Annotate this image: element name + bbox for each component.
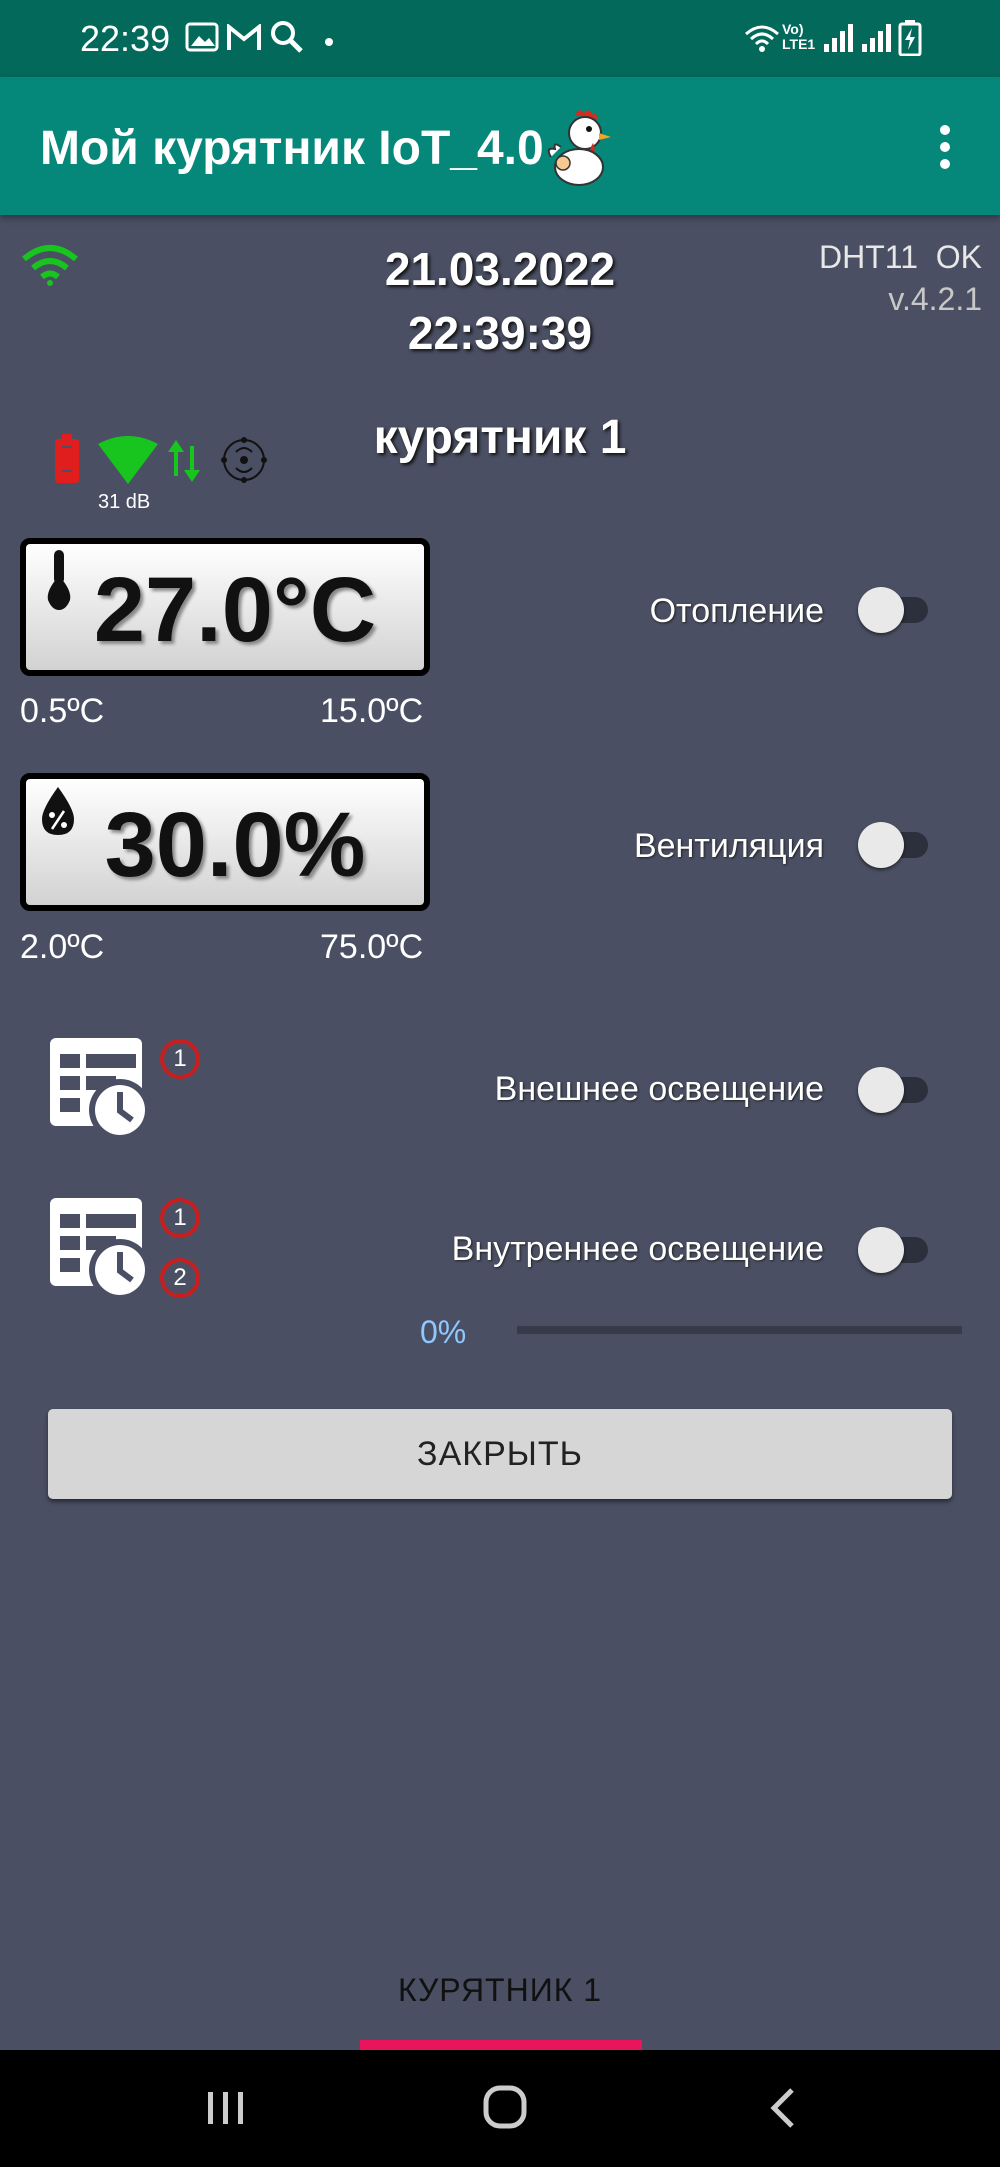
back-icon[interactable] (766, 2086, 800, 2135)
firmware-version: v.4.2.1 (888, 281, 982, 317)
heating-switch[interactable] (858, 587, 932, 633)
outdoor-light-schedule-icon[interactable] (48, 1034, 158, 1144)
signal-bars-icon (822, 22, 856, 59)
sensor-info: DHT11 OK v.4.2.1 (819, 236, 982, 320)
gmail-icon (226, 22, 262, 57)
wifi-connected-icon (20, 243, 80, 292)
humidity-value: 30.0% (104, 794, 366, 896)
gallery-icon (185, 22, 219, 57)
search-icon (270, 20, 304, 59)
home-icon[interactable] (482, 2084, 528, 2135)
heating-label: Отопление (649, 592, 824, 630)
tab-indicator (360, 2040, 642, 2050)
temperature-value: 27.0°C (93, 559, 377, 661)
ventilation-switch[interactable] (858, 822, 932, 868)
signal-bars-icon-2 (860, 22, 894, 59)
data-transfer-icon (166, 436, 202, 491)
dimmer-percent: 0% (420, 1314, 467, 1350)
current-date: 21.03.2022 (384, 243, 616, 295)
tab-room-1[interactable]: КУРЯТНИК 1 (300, 1972, 700, 2009)
dimmer-slider[interactable] (517, 1326, 962, 1334)
battery-low-icon (54, 434, 80, 489)
signal-strength-icon (98, 436, 158, 491)
outdoor-light-switch[interactable] (858, 1067, 932, 1113)
network-hub-icon (216, 432, 272, 493)
signal-strength-label: 31 dB (98, 491, 151, 513)
ventilation-label: Вентиляция (633, 827, 824, 865)
indoor-light-switch[interactable] (858, 1227, 932, 1273)
sensor-name: DHT11 (819, 239, 918, 275)
temperature-display: 27.0°C (20, 538, 430, 676)
outdoor-light-label: Внешнее освещение (494, 1070, 824, 1108)
humidity-min: 2.0ºC (20, 928, 105, 966)
status-time: 22:39 (80, 18, 171, 59)
app-bar: Мой курятник IoT_4.0 (0, 77, 1000, 215)
indoor-schedule-badge-2[interactable]: 2 (160, 1258, 200, 1298)
humidity-display: 30.0% (20, 773, 430, 911)
temperature-max: 15.0ºC (320, 692, 424, 730)
recent-apps-icon[interactable] (204, 2088, 248, 2133)
room-title: курятник 1 (373, 411, 627, 464)
notification-dot-icon (324, 34, 334, 52)
indoor-light-label: Внутреннее освещение (451, 1230, 824, 1268)
outdoor-schedule-badge-1[interactable]: 1 (160, 1039, 200, 1079)
wifi-calling-icon (744, 22, 780, 59)
current-time: 22:39:39 (407, 307, 593, 359)
volte-label: Vo) LTE1 (782, 21, 816, 52)
indoor-schedule-badge-1[interactable]: 1 (160, 1198, 200, 1238)
indoor-light-schedule-icon[interactable] (48, 1194, 158, 1304)
status-bar: 22:39 Vo) LTE1 (0, 0, 1000, 77)
battery-charging-icon (898, 20, 922, 61)
system-nav-bar (0, 2050, 1000, 2167)
temperature-min: 0.5ºC (20, 692, 105, 730)
close-button[interactable]: ЗАКРЫТЬ (48, 1409, 952, 1499)
sensor-status: OK (935, 239, 982, 275)
overflow-menu-button[interactable] (935, 125, 955, 175)
app-title: Мой курятник IoT_4.0 (40, 122, 544, 175)
humidity-max: 75.0ºC (320, 928, 424, 966)
rooster-logo (545, 107, 617, 192)
more-vert-icon (940, 125, 950, 135)
